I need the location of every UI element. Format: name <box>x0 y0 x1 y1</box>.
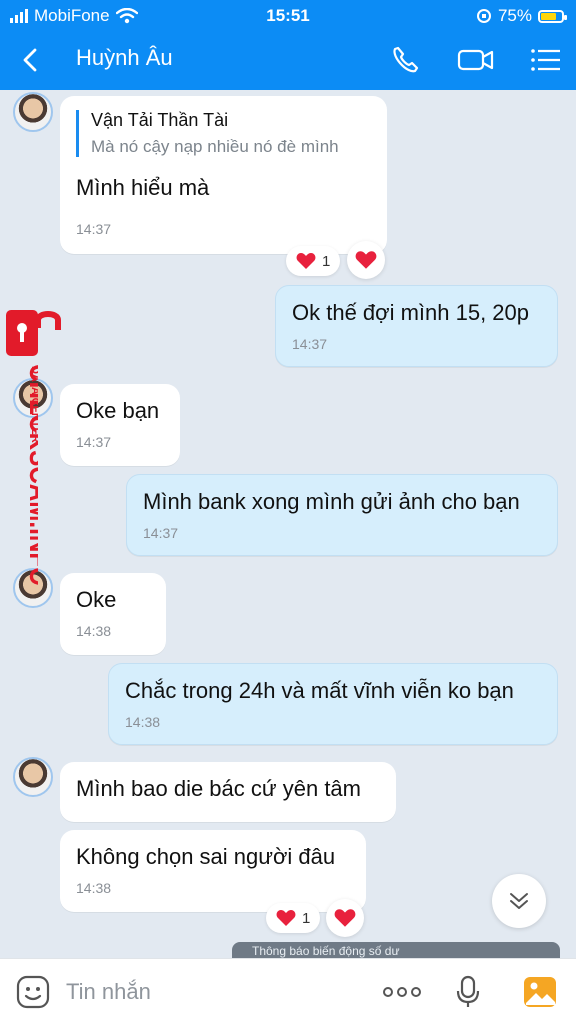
microphone-icon[interactable] <box>454 975 482 1009</box>
image-gallery-icon[interactable] <box>522 975 558 1009</box>
watermark-text: CHECKSCAM.INFO DATA CENTER <box>23 364 38 586</box>
quoted-text: Mà nó cậy nạp nhiều nó đè mình <box>91 137 339 156</box>
reaction-count: 1 <box>322 252 331 270</box>
message-composer: Tin nhắn <box>0 958 576 1024</box>
message-time: 14:37 <box>292 336 328 352</box>
chat-header: Huỳnh Âu <box>0 32 576 88</box>
back-arrow-icon[interactable] <box>16 42 46 78</box>
message-time: 14:37 <box>76 221 112 237</box>
heart-icon <box>334 909 356 927</box>
video-call-icon[interactable] <box>456 42 496 78</box>
outgoing-message[interactable]: Mình bank xong mình gửi ảnh cho bạn 14:3… <box>126 474 558 556</box>
heart-icon <box>296 253 316 269</box>
message-time: 14:37 <box>76 434 112 450</box>
incoming-message[interactable]: Oke 14:38 <box>60 573 166 655</box>
outgoing-message[interactable]: Chắc trong 24h và mất vĩnh viễn ko bạn 1… <box>108 663 558 745</box>
heart-icon <box>355 251 377 269</box>
message-text: Mình hiểu mà <box>76 175 210 200</box>
orientation-lock-icon <box>476 9 491 23</box>
message-text: Mình bao die bác cứ yên tâm <box>76 776 361 801</box>
message-text: Chắc trong 24h và mất vĩnh viễn ko bạn <box>125 678 514 703</box>
message-text: Mình bank xong mình gửi ảnh cho bạn <box>143 489 520 514</box>
message-time: 14:38 <box>76 623 112 639</box>
message-text: Không chọn sai người đâu <box>76 844 336 869</box>
status-bar: MobiFone 15:51 75% <box>0 4 576 28</box>
message-time: 14:37 <box>143 525 179 541</box>
message-time: 14:38 <box>125 714 161 730</box>
watermark-sub: DATA CENTER <box>29 366 38 443</box>
contact-avatar[interactable] <box>13 92 53 132</box>
contact-avatar[interactable] <box>13 757 53 797</box>
message-text: Ok thế đợi mình 15, 20p <box>292 300 530 325</box>
preview-caption: Thông báo biến động số dư <box>252 944 400 958</box>
message-text: Oke bạn <box>76 398 160 423</box>
menu-icon[interactable] <box>526 42 566 78</box>
watermark-lock-icon <box>6 310 61 356</box>
scroll-to-bottom-button[interactable] <box>492 874 546 928</box>
message-input[interactable]: Tin nhắn <box>66 979 151 1005</box>
heart-icon <box>276 910 296 926</box>
phone-call-icon[interactable] <box>386 42 426 78</box>
top-bar: MobiFone 15:51 75% Huỳnh Âu <box>0 0 576 90</box>
reaction-summary[interactable]: 1 <box>286 246 341 276</box>
incoming-message[interactable]: Không chọn sai người đâu 14:38 <box>60 830 366 912</box>
reaction-count: 1 <box>302 909 311 927</box>
more-options-icon[interactable] <box>380 981 424 1003</box>
message-text: Oke <box>76 587 117 612</box>
react-heart-button[interactable] <box>347 241 385 279</box>
message-time: 14:38 <box>76 880 112 896</box>
outgoing-message[interactable]: Ok thế đợi mình 15, 20p 14:37 <box>275 285 558 367</box>
incoming-message[interactable]: Oke bạn 14:37 <box>60 384 180 466</box>
quoted-message[interactable]: Vận Tải Thần Tài Mà nó cậy nạp nhiều nó … <box>76 110 371 157</box>
sticker-icon[interactable] <box>16 975 50 1009</box>
reaction-summary[interactable]: 1 <box>266 903 321 933</box>
battery-percent: 75% <box>497 6 532 25</box>
battery-icon <box>538 9 567 23</box>
incoming-message[interactable]: Mình bao die bác cứ yên tâm <box>60 762 396 822</box>
incoming-message[interactable]: Vận Tải Thần Tài Mà nó cậy nạp nhiều nó … <box>60 96 387 254</box>
react-heart-button[interactable] <box>326 899 364 937</box>
double-chevron-down-icon <box>510 893 528 909</box>
contact-name[interactable]: Huỳnh Âu <box>76 45 173 71</box>
quoted-sender: Vận Tải Thần Tài <box>91 110 229 130</box>
